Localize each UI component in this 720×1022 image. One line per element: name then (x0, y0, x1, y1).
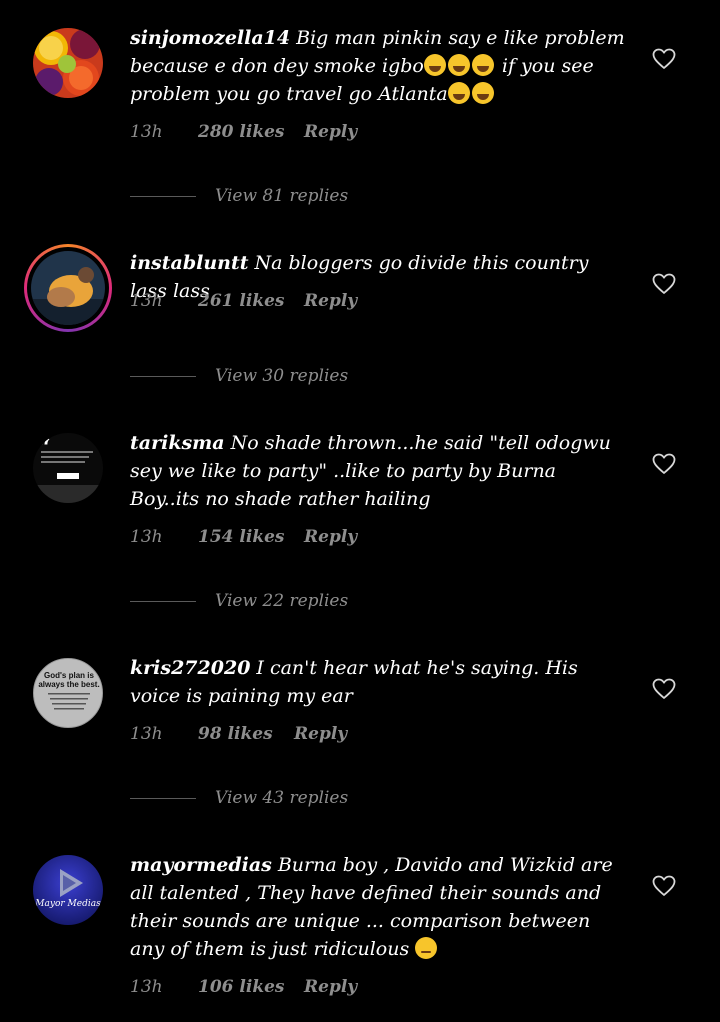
avatar-quote-mark: “ (38, 435, 51, 461)
avatar[interactable]: God's plan is always the best. (33, 658, 103, 728)
comment-likes[interactable]: 261 likes (198, 290, 285, 312)
reply-button[interactable]: Reply (304, 526, 357, 548)
reply-button[interactable]: Reply (304, 121, 357, 143)
avatar[interactable]: “ (33, 433, 103, 503)
comment-username[interactable]: tariksma (130, 432, 225, 454)
comment-text: kris272020 I can't hear what he's saying.… (130, 654, 630, 710)
comment-username[interactable]: mayormedias (130, 854, 272, 876)
comment-time: 13h (130, 527, 163, 547)
heart-icon[interactable] (652, 678, 676, 700)
reply-button[interactable]: Reply (294, 723, 347, 745)
comment-time: 13h (130, 122, 163, 142)
avatar-image (31, 251, 105, 325)
rofl-emoji (471, 82, 494, 104)
comment-likes[interactable]: 154 likes (198, 526, 285, 548)
comment-text: tariksma No shade thrown...he said "tell … (130, 429, 630, 513)
comment-username[interactable]: sinjomozella14 (130, 27, 290, 49)
view-replies-label: View 22 replies (215, 591, 349, 611)
comment-username[interactable]: kris272020 (130, 657, 250, 679)
avatar[interactable] (24, 244, 112, 332)
comment-likes[interactable]: 106 likes (198, 976, 285, 998)
heart-icon[interactable] (652, 453, 676, 475)
comment-time: 13h (130, 977, 163, 997)
fruit-avatar-image (33, 28, 103, 98)
comment-text: mayormedias Burna boy , Davido and Wizkid… (130, 851, 630, 963)
avatar[interactable] (33, 28, 103, 98)
view-replies-label: View 30 replies (215, 366, 349, 386)
view-replies-label: View 43 replies (215, 788, 349, 808)
rofl-emoji (471, 54, 494, 76)
comment-username[interactable]: instabluntt (130, 252, 249, 274)
heart-icon[interactable] (652, 48, 676, 70)
heart-icon[interactable] (652, 273, 676, 295)
replies-divider (130, 196, 196, 197)
pensive-emoji (415, 937, 438, 959)
comment-likes[interactable]: 98 likes (198, 723, 273, 745)
comment-likes[interactable]: 280 likes (198, 121, 285, 143)
rofl-emoji (447, 54, 470, 76)
avatar[interactable]: Mayor Medias (33, 855, 103, 925)
comment-text: sinjomozella14 Big man pinkin say e like … (130, 24, 630, 108)
view-replies-label: View 81 replies (215, 186, 349, 206)
mayor-medias-logo (33, 855, 103, 925)
comment-time: 13h (130, 291, 163, 311)
reply-button[interactable]: Reply (304, 290, 357, 312)
heart-icon[interactable] (652, 875, 676, 897)
avatar-text: Mayor Medias (35, 899, 101, 909)
rofl-emoji (447, 82, 470, 104)
replies-divider (130, 601, 196, 602)
replies-divider (130, 376, 196, 377)
reply-button[interactable]: Reply (304, 976, 357, 998)
comment-time: 13h (130, 724, 163, 744)
rofl-emoji (423, 54, 446, 76)
replies-divider (130, 798, 196, 799)
